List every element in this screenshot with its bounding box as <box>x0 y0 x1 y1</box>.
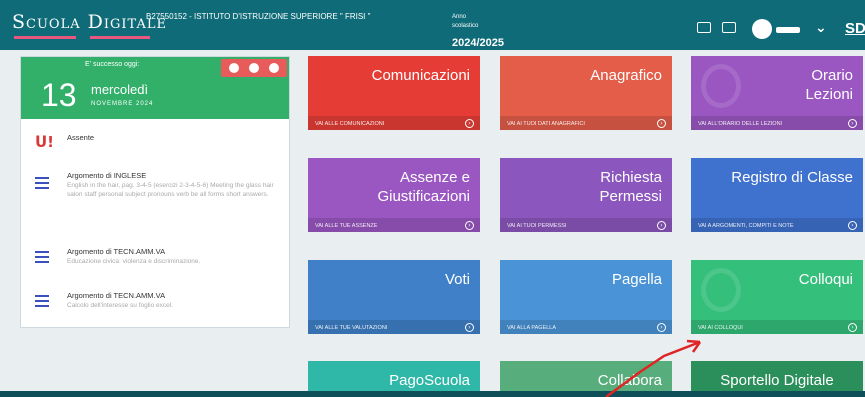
logo-underline <box>90 36 150 39</box>
weekday: mercoledì <box>91 82 149 97</box>
tile-link[interactable]: VAI ALLA PAGELLA <box>507 325 556 331</box>
school-name: B27550152 - ISTITUTO D'ISTRUZIONE SUPERI… <box>146 12 371 21</box>
list-icon <box>35 251 49 266</box>
top-bar: Scuola Digitale B27550152 - ISTITUTO D'I… <box>0 0 865 50</box>
arrow-right-icon[interactable]: › <box>657 323 666 332</box>
tile-pagella[interactable]: Pagella VAI ALLA PAGELLA › <box>500 260 672 334</box>
user-name[interactable] <box>776 27 800 33</box>
clock-icon <box>701 64 741 108</box>
tile-link[interactable]: VAI ALLE COMUNICAZIONI <box>315 121 384 127</box>
tile-title: Anagrafico <box>590 67 662 84</box>
event-title: Assente <box>67 133 95 142</box>
arrow-right-icon[interactable]: › <box>465 323 474 332</box>
list-icon <box>35 295 49 310</box>
list-icon <box>35 177 49 192</box>
prev-day-button[interactable] <box>229 63 239 73</box>
tile-title: Orario Lezioni <box>805 67 853 103</box>
tile-title: Richiesta Permessi <box>599 169 662 205</box>
tile-title: Colloqui <box>798 271 853 288</box>
tile-voti[interactable]: Voti VAI ALLE TUE VALUTAZIONI › <box>308 260 480 334</box>
arrow-right-icon[interactable]: › <box>848 221 857 230</box>
tile-title: Pagella <box>611 271 662 288</box>
mail-icon[interactable] <box>722 22 736 33</box>
user-initials[interactable]: SD <box>845 20 865 37</box>
chevron-down-icon[interactable]: ⌄ <box>815 20 827 36</box>
today-panel: E' successo oggi: 13 mercoledì NOVEMBRE … <box>20 56 290 328</box>
tile-title: Comunicazioni <box>371 67 470 84</box>
id-card-icon[interactable] <box>697 22 711 33</box>
tile-anagrafico[interactable]: Anagrafico VAI AI TUOI DATI ANAGRAFICI › <box>500 56 672 130</box>
event-title: Argomento di INGLESE <box>67 171 147 180</box>
app-logo[interactable]: Scuola Digitale <box>12 11 167 33</box>
event-desc: Educazione civica: violenza e discrimina… <box>67 258 201 265</box>
logo-underline <box>14 36 76 39</box>
tile-permessi[interactable]: Richiesta Permessi VAI AI TUOI PERMESSI … <box>500 158 672 232</box>
arrow-right-icon[interactable]: › <box>657 221 666 230</box>
today-label: E' successo oggi: <box>85 61 140 68</box>
tile-link[interactable]: VAI AI COLLOQUI <box>698 325 743 331</box>
event-desc: Calcolo dell'interesse su foglio excel. <box>67 302 174 309</box>
arrow-right-icon[interactable]: › <box>465 119 474 128</box>
arrow-right-icon[interactable]: › <box>465 221 474 230</box>
tile-link[interactable]: VAI ALLE TUE VALUTAZIONI <box>315 325 387 331</box>
tile-title: Sportello Digitale <box>720 372 834 389</box>
arrow-right-icon[interactable]: › <box>848 119 857 128</box>
tile-link[interactable]: VAI AI TUOI PERMESSI <box>507 223 566 229</box>
event-title: Argomento di TECN.AMM.VA <box>67 291 166 300</box>
chat-bubble-icon <box>701 268 741 312</box>
bottom-bar <box>0 391 865 397</box>
event-title: Argomento di TECN.AMM.VA <box>67 247 166 256</box>
month-year: NOVEMBRE 2024 <box>91 101 154 107</box>
tile-link[interactable]: VAI A ARGOMENTI, COMPITI E NOTE <box>698 223 794 229</box>
arrow-right-icon[interactable]: › <box>848 323 857 332</box>
tile-colloqui[interactable]: Colloqui VAI AI COLLOQUI › <box>691 260 863 334</box>
tile-orario[interactable]: Orario Lezioni VAI ALL'ORARIO DELLE LEZI… <box>691 56 863 130</box>
tile-link[interactable]: VAI AI TUOI DATI ANAGRAFICI <box>507 121 585 127</box>
school-year-value[interactable]: 2024/2025 <box>452 37 504 49</box>
school-year-label: Anno scolastico <box>452 14 479 29</box>
user-avatar[interactable] <box>752 19 772 39</box>
tile-title: PagoScuola <box>389 372 470 389</box>
tile-title: Assenze e Giustificazioni <box>377 169 470 205</box>
tile-title: Registro di Classe <box>731 169 853 186</box>
tile-comunicazioni[interactable]: Comunicazioni VAI ALLE COMUNICAZIONI › <box>308 56 480 130</box>
tile-link[interactable]: VAI ALL'ORARIO DELLE LEZIONI <box>698 121 782 127</box>
event-desc: English in the hair, pag. 3-4-5 (eserciz… <box>67 182 274 198</box>
day-number: 13 <box>41 77 77 113</box>
tile-link[interactable]: VAI ALLE TUE ASSENZE <box>315 223 377 229</box>
tile-title: Collabora <box>597 372 662 389</box>
arrow-right-icon[interactable]: › <box>657 119 666 128</box>
tile-title: Voti <box>444 271 470 288</box>
today-header: E' successo oggi: 13 mercoledì NOVEMBRE … <box>21 57 289 119</box>
today-button[interactable] <box>249 63 259 73</box>
absence-icon: ᑌ! <box>35 133 55 151</box>
tile-assenze[interactable]: Assenze e Giustificazioni VAI ALLE TUE A… <box>308 158 480 232</box>
next-day-button[interactable] <box>269 63 279 73</box>
date-nav <box>221 59 287 77</box>
tile-registro[interactable]: Registro di Classe VAI A ARGOMENTI, COMP… <box>691 158 863 232</box>
